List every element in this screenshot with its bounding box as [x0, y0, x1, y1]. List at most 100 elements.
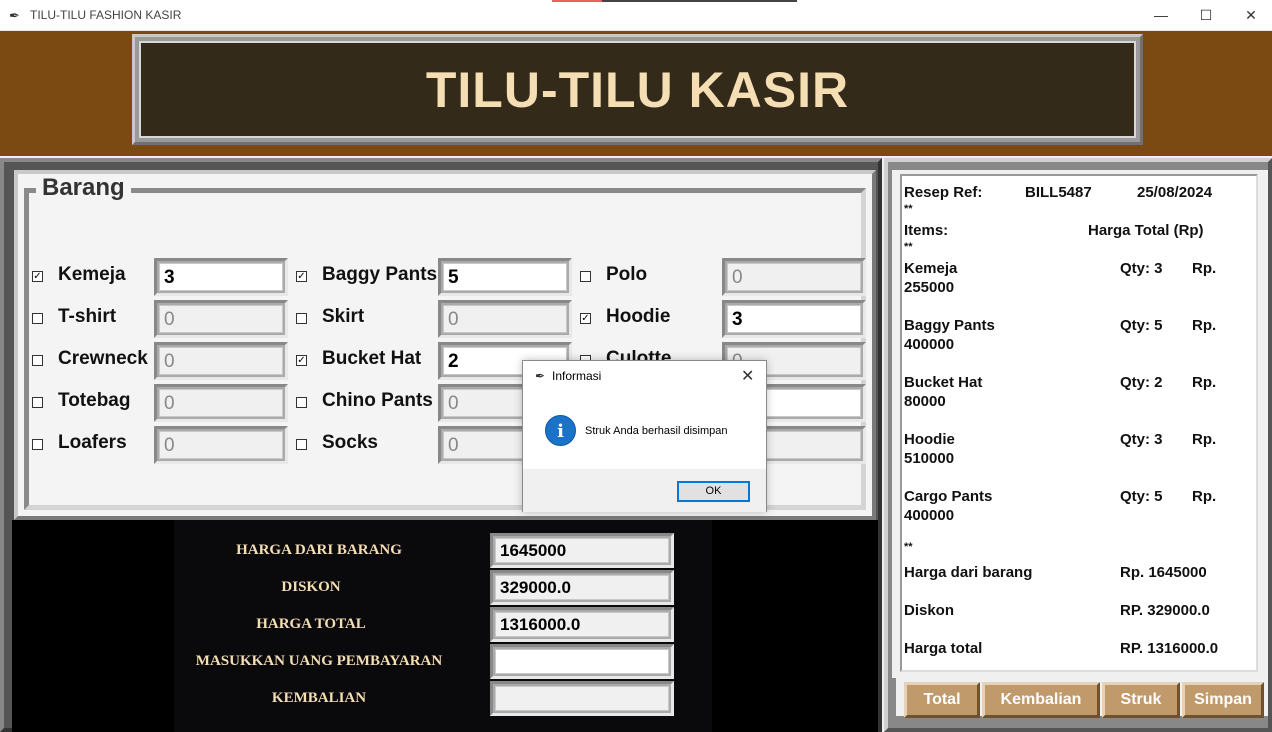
- item-row-loafers: Loafers 0: [32, 426, 292, 464]
- receipt-text[interactable]: Resep Ref: BILL5487 25/08/2024 ** Items:…: [900, 174, 1258, 672]
- item-label: Hoodie: [606, 306, 671, 327]
- item-label: Loafers: [58, 432, 127, 453]
- item-row-tshirt: T-shirt 0: [32, 300, 292, 338]
- window-title: TILU-TILU FASHION KASIR: [30, 8, 182, 22]
- diskon-label: DISKON: [281, 579, 341, 595]
- checkbox-chino-pants[interactable]: [296, 397, 307, 408]
- qty-value[interactable]: 3: [727, 305, 861, 333]
- receipt-harga-label: Harga Total (Rp): [1088, 222, 1204, 239]
- receipt-ref-value: BILL5487: [1025, 184, 1092, 201]
- checkbox-totebag[interactable]: [32, 397, 43, 408]
- minimize-button[interactable]: —: [1138, 0, 1184, 30]
- receipt-item-rp: Rp.: [1192, 374, 1217, 391]
- receipt-item-qty: Qty: 5: [1120, 488, 1163, 505]
- kembalian-label: KEMBALIAN: [271, 690, 367, 706]
- diskon-field[interactable]: 329000.0: [490, 570, 674, 605]
- receipt-item-qty: Qty: 3: [1120, 431, 1163, 448]
- checkbox-hoodie[interactable]: ✓: [580, 313, 591, 324]
- receipt-item-qty: Qty: 5: [1120, 317, 1163, 334]
- diskon-value[interactable]: 329000.0: [495, 575, 669, 600]
- receipt-diskon-label: Diskon: [904, 602, 955, 619]
- checkbox-socks[interactable]: [296, 439, 307, 450]
- app-title: TILU-TILU KASIR: [425, 61, 850, 118]
- harga-barang-field[interactable]: 1645000: [490, 533, 674, 568]
- qty-input-crewneck[interactable]: 0: [154, 342, 288, 380]
- dialog-title: Informasi: [552, 369, 602, 383]
- qty-input-skirt[interactable]: 0: [438, 300, 572, 338]
- action-buttons: Total Kembalian Struk Simpan: [896, 678, 1268, 718]
- harga-barang-value[interactable]: 1645000: [495, 538, 669, 563]
- qty-input-hoodie[interactable]: 3: [722, 300, 866, 338]
- item-label: Crewneck: [58, 348, 148, 369]
- kembalian-button[interactable]: Kembalian: [982, 682, 1100, 718]
- checkbox-polo[interactable]: [580, 271, 591, 282]
- harga-total-label: HARGA TOTAL: [256, 616, 366, 632]
- ok-button[interactable]: OK: [677, 481, 750, 502]
- receipt-item-total: 255000: [904, 279, 955, 296]
- titlebar-accent: [552, 0, 602, 2]
- harga-total-field[interactable]: 1316000.0: [490, 607, 674, 642]
- maximize-button[interactable]: ☐: [1183, 0, 1229, 30]
- kembalian-field[interactable]: [490, 681, 674, 716]
- checkbox-baggy-pants[interactable]: ✓: [296, 271, 307, 282]
- dialog-close-icon[interactable]: ✕: [741, 366, 754, 386]
- dialog-message: Struk Anda berhasil disimpan: [585, 425, 728, 437]
- receipt-items-label: Items:: [904, 222, 949, 239]
- totals-panel: HARGA DARI BARANG 1645000 DISKON 329000.…: [12, 520, 878, 732]
- uang-pembayaran-label: MASUKKAN UANG PEMBAYARAN: [195, 653, 443, 669]
- receipt-item-total: 510000: [904, 450, 955, 467]
- item-row-totebag: Totebag 0: [32, 384, 292, 422]
- receipt-wrap: Resep Ref: BILL5487 25/08/2024 ** Items:…: [892, 170, 1268, 678]
- qty-value[interactable]: 0: [443, 305, 567, 333]
- receipt-item-name: Kemeja: [904, 260, 958, 277]
- struk-button[interactable]: Struk: [1102, 682, 1180, 718]
- receipt-separator: **: [904, 203, 913, 215]
- qty-value[interactable]: 0: [159, 305, 283, 333]
- item-label: Socks: [322, 432, 378, 453]
- qty-input-totebag[interactable]: 0: [154, 384, 288, 422]
- feather-icon: ✒: [535, 369, 546, 383]
- harga-barang-label: HARGA DARI BARANG: [236, 542, 402, 558]
- simpan-button[interactable]: Simpan: [1182, 682, 1264, 718]
- qty-input-baggy-pants[interactable]: 5: [438, 258, 572, 296]
- harga-total-value[interactable]: 1316000.0: [495, 612, 669, 637]
- total-button[interactable]: Total: [904, 682, 980, 718]
- receipt-total-value: RP. 1316000.0: [1120, 640, 1219, 657]
- receipt-separator: **: [904, 541, 913, 553]
- info-dialog: ✒ Informasi ✕ i Struk Anda berhasil disi…: [522, 360, 767, 512]
- barang-label: Barang: [36, 174, 131, 202]
- close-button[interactable]: ✕: [1228, 0, 1272, 30]
- item-label: Baggy Pants: [322, 264, 438, 285]
- qty-value[interactable]: 0: [727, 263, 861, 291]
- receipt-panel: Resep Ref: BILL5487 25/08/2024 ** Items:…: [884, 158, 1272, 732]
- receipt-item-rp: Rp.: [1192, 431, 1217, 448]
- checkbox-crewneck[interactable]: [32, 355, 43, 366]
- kembalian-value[interactable]: [495, 686, 669, 711]
- qty-value[interactable]: 5: [443, 263, 567, 291]
- checkbox-bucket-hat[interactable]: ✓: [296, 355, 307, 366]
- uang-pembayaran-value[interactable]: [495, 649, 669, 674]
- qty-value[interactable]: 0: [159, 347, 283, 375]
- checkbox-skirt[interactable]: [296, 313, 307, 324]
- checkbox-tshirt[interactable]: [32, 313, 43, 324]
- item-label: Bucket Hat: [322, 348, 422, 369]
- qty-value[interactable]: 0: [159, 431, 283, 459]
- receipt-item-name: Bucket Hat: [904, 374, 983, 391]
- qty-input-tshirt[interactable]: 0: [154, 300, 288, 338]
- receipt-item-name: Baggy Pants: [904, 317, 995, 334]
- receipt-item-qty: Qty: 2: [1120, 374, 1163, 391]
- checkbox-kemeja[interactable]: ✓: [32, 271, 43, 282]
- uang-pembayaran-field[interactable]: [490, 644, 674, 679]
- receipt-diskon-value: RP. 329000.0: [1120, 602, 1210, 619]
- item-label: Skirt: [322, 306, 365, 327]
- checkbox-loafers[interactable]: [32, 439, 43, 450]
- qty-input-polo[interactable]: 0: [722, 258, 866, 296]
- qty-input-kemeja[interactable]: 3: [154, 258, 288, 296]
- qty-value[interactable]: 3: [159, 263, 283, 291]
- item-row-kemeja: ✓ Kemeja 3: [32, 258, 292, 296]
- qty-input-loafers[interactable]: 0: [154, 426, 288, 464]
- receipt-item-name: Hoodie: [904, 431, 955, 448]
- qty-value[interactable]: 0: [159, 389, 283, 417]
- item-label: Chino Pants: [322, 390, 433, 411]
- receipt-item-total: 400000: [904, 336, 955, 353]
